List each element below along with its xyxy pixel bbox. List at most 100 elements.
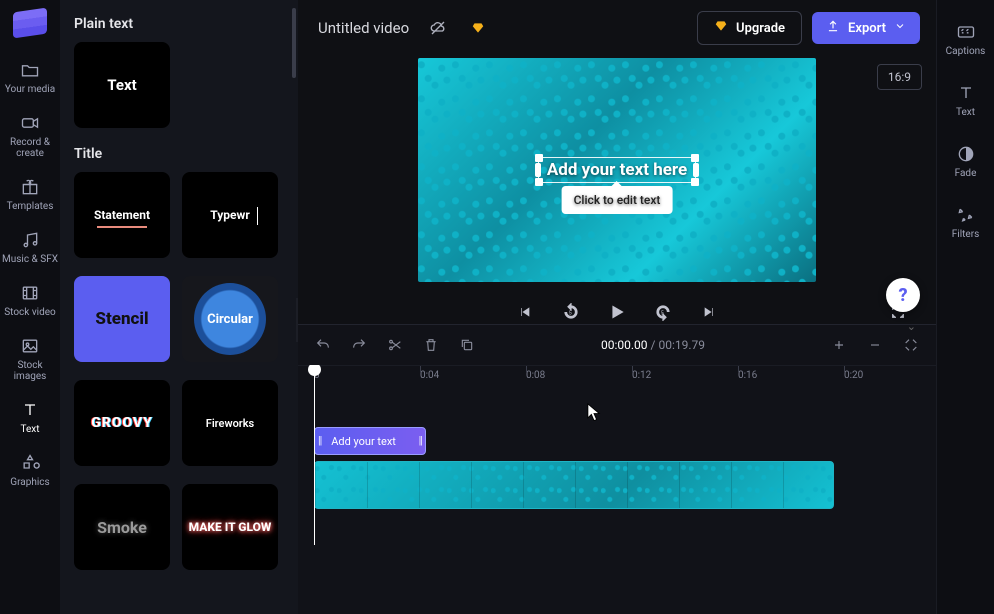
rail-label: Templates: [7, 201, 54, 212]
captions-icon: [956, 22, 976, 42]
panel-section-title: Title: [74, 146, 284, 162]
thumb-typewriter[interactable]: Typewr: [182, 172, 278, 258]
ruler-tick: 0:12: [632, 370, 651, 381]
panel-collapse-button[interactable]: ‹: [296, 298, 298, 342]
rail-record-create[interactable]: Record & create: [0, 105, 60, 167]
thumb-make-it-glow[interactable]: MAKE IT GLOW: [182, 484, 278, 570]
music-icon: [20, 230, 40, 250]
text-element-content: Add your text here: [547, 160, 687, 180]
rail-label: Fade: [955, 168, 977, 179]
premium-diamond-icon[interactable]: [463, 13, 493, 43]
topbar: Untitled video Upgrade Export: [298, 0, 936, 56]
rail-label: Text: [20, 424, 39, 435]
rrail-filters[interactable]: Filters: [936, 201, 994, 244]
upgrade-button[interactable]: Upgrade: [697, 11, 802, 45]
text-icon: [956, 83, 976, 103]
upload-icon: [826, 19, 840, 37]
thumb-groovy[interactable]: GROOVY: [74, 380, 170, 466]
app-logo[interactable]: [13, 8, 47, 39]
skip-end-button[interactable]: [697, 300, 721, 324]
play-button[interactable]: [605, 300, 629, 324]
undo-button[interactable]: [312, 334, 334, 356]
rail-label: Stock images: [0, 360, 60, 382]
rail-your-media[interactable]: Your media: [0, 52, 60, 103]
thumb-smoke[interactable]: Smoke: [74, 484, 170, 570]
diamond-icon: [714, 19, 728, 37]
export-label: Export: [848, 21, 886, 36]
timeline-ruler[interactable]: 0 0:04 0:08 0:12 0:16 0:20: [298, 365, 936, 391]
timeline-tracks[interactable]: 0 0:04 0:08 0:12 0:16 0:20 Add your text: [298, 365, 936, 614]
skip-start-button[interactable]: [513, 300, 537, 324]
rail-stock-images[interactable]: Stock images: [0, 328, 60, 390]
camera-icon: [20, 113, 40, 133]
resize-handle[interactable]: [535, 163, 541, 177]
duration: 00:19.79: [658, 338, 705, 352]
timeline-clip-video[interactable]: [314, 461, 834, 509]
fade-icon: [956, 144, 976, 164]
filters-icon: [956, 205, 976, 225]
ruler-tick: 0:04: [420, 370, 439, 381]
rrail-captions[interactable]: Captions: [936, 18, 994, 61]
rail-templates[interactable]: Templates: [0, 169, 60, 220]
thumb-statement[interactable]: Statement: [74, 172, 170, 258]
upgrade-label: Upgrade: [736, 21, 785, 36]
film-icon: [20, 283, 40, 303]
rail-label: Music & SFX: [2, 254, 58, 265]
timeline-toolbar: 00:00.00 / 00:19.79: [298, 325, 936, 365]
current-time: 00:00.00: [601, 338, 648, 352]
rrail-text[interactable]: Text: [936, 79, 994, 122]
rail-label: Captions: [946, 46, 986, 57]
text-element-selected[interactable]: Add your text here Click to edit text: [538, 157, 696, 183]
main-area: Untitled video Upgrade Export 16:9 Add y…: [298, 0, 936, 614]
rewind-5s-button[interactable]: 5: [559, 300, 583, 324]
project-title-input[interactable]: Untitled video: [314, 13, 413, 43]
chevron-down-icon: [894, 20, 906, 36]
thumb-plain-text[interactable]: Text: [74, 42, 170, 128]
cloud-sync-off-icon[interactable]: [423, 13, 453, 43]
thumb-label: GROOVY: [91, 415, 152, 431]
zoom-in-button[interactable]: [828, 334, 850, 356]
thumb-circular[interactable]: Circular: [182, 276, 278, 362]
export-button[interactable]: Export: [812, 12, 920, 44]
zoom-fit-button[interactable]: [900, 334, 922, 356]
duplicate-button[interactable]: [456, 334, 478, 356]
timeline-clip-text[interactable]: Add your text: [314, 427, 426, 455]
timeline: 00:00.00 / 00:19.79 0 0:04 0:08 0:12 0:1…: [298, 324, 936, 614]
rail-stock-video[interactable]: Stock video: [0, 275, 60, 326]
aspect-ratio-button[interactable]: 16:9: [877, 64, 922, 90]
folder-icon: [20, 60, 40, 80]
panel-scrollbar[interactable]: [292, 8, 296, 78]
ruler-tick: 0:20: [844, 370, 863, 381]
resize-handle[interactable]: [691, 154, 699, 162]
playhead[interactable]: [314, 365, 315, 545]
rail-music-sfx[interactable]: Music & SFX: [0, 222, 60, 273]
chevron-down-icon[interactable]: ⌄: [907, 320, 916, 333]
thumb-stencil[interactable]: Stencil: [74, 276, 170, 362]
text-icon: [20, 400, 40, 420]
resize-handle[interactable]: [693, 163, 699, 177]
rail-graphics[interactable]: Graphics: [0, 445, 60, 496]
edit-tooltip: Click to edit text: [562, 186, 673, 214]
help-button[interactable]: ?: [886, 278, 920, 312]
right-rail: Captions Text Fade Filters: [936, 0, 994, 614]
thumb-label: MAKE IT GLOW: [189, 520, 272, 534]
split-button[interactable]: [384, 334, 406, 356]
video-canvas[interactable]: Add your text here Click to edit text: [418, 58, 816, 282]
mouse-cursor-icon: [587, 403, 601, 423]
zoom-out-button[interactable]: [864, 334, 886, 356]
rail-label: Record & create: [0, 137, 60, 159]
rrail-fade[interactable]: Fade: [936, 140, 994, 183]
thumb-fireworks[interactable]: Fireworks: [182, 380, 278, 466]
thumb-label: Statement: [94, 208, 150, 222]
delete-button[interactable]: [420, 334, 442, 356]
gift-icon: [20, 177, 40, 197]
transport-controls: 5 5: [298, 300, 936, 324]
image-icon: [20, 336, 40, 356]
resize-handle[interactable]: [535, 154, 543, 162]
rail-label: Text: [956, 107, 975, 118]
redo-button[interactable]: [348, 334, 370, 356]
rail-text[interactable]: Text: [0, 392, 60, 443]
resize-handle[interactable]: [535, 178, 543, 186]
resize-handle[interactable]: [691, 178, 699, 186]
forward-5s-button[interactable]: 5: [651, 300, 675, 324]
